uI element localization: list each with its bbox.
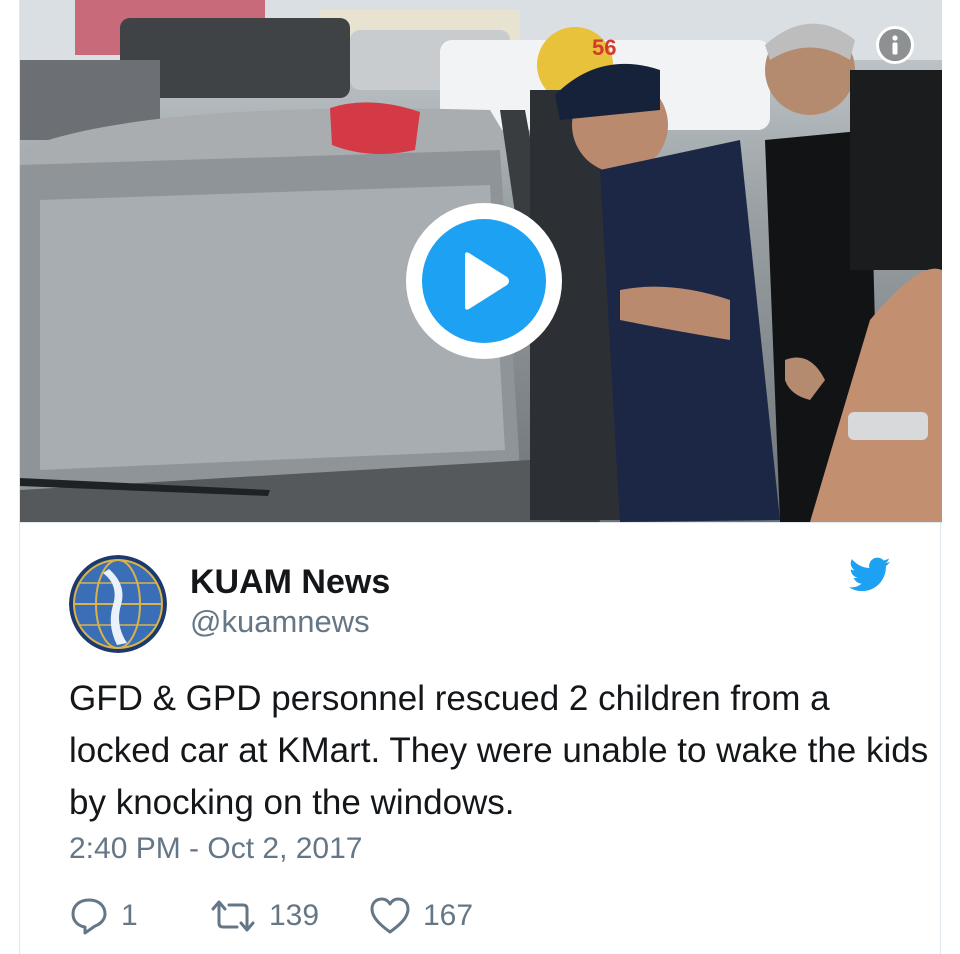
timestamp[interactable]: 2:40 PM - Oct 2, 2017	[69, 832, 362, 866]
tweet-card: 56 KUAM News @kuamnews GFD & GPD personn…	[19, 0, 942, 954]
avatar[interactable]	[69, 555, 167, 653]
kuam-logo-icon	[69, 555, 167, 653]
user-handle[interactable]: @kuamnews	[190, 604, 370, 640]
reply-button[interactable]: 1	[69, 896, 138, 936]
video-thumbnail[interactable]: 56	[20, 0, 942, 522]
like-button[interactable]: 167	[369, 896, 473, 936]
heart-icon	[370, 897, 410, 934]
retweet-icon	[211, 900, 255, 932]
retweet-button[interactable]: 139	[209, 896, 319, 936]
twitter-bird-icon[interactable]	[849, 557, 891, 593]
play-icon	[465, 252, 509, 310]
info-button[interactable]	[876, 26, 914, 64]
like-count: 167	[423, 899, 474, 932]
tweet-text: GFD & GPD personnel rescued 2 children f…	[69, 679, 929, 822]
play-button-inner	[422, 219, 546, 343]
media-divider	[20, 522, 942, 523]
play-button[interactable]	[406, 203, 562, 359]
reply-count: 1	[121, 899, 138, 932]
helmet-number: 56	[592, 35, 616, 60]
retweet-count: 139	[269, 899, 320, 932]
display-name[interactable]: KUAM News	[190, 563, 390, 602]
info-icon	[892, 35, 898, 55]
reply-icon	[71, 898, 107, 935]
